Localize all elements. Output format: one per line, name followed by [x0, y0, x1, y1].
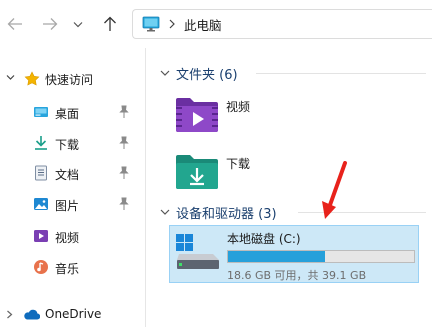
pin-icon[interactable] — [118, 197, 130, 211]
pin-icon[interactable] — [118, 166, 130, 180]
chevron-right-icon[interactable] — [168, 19, 176, 29]
sidebar-item-pictures[interactable]: 图片 — [0, 192, 145, 216]
arrow-left-icon — [7, 18, 22, 30]
group-title: 文件夹 (6) — [176, 67, 238, 83]
sidebar-item-label: 图片 — [55, 199, 80, 213]
windows-drive-icon — [176, 234, 219, 269]
folder-item-videos[interactable]: 视频 — [174, 94, 374, 138]
sidebar-item-label: 下载 — [55, 138, 80, 152]
video-icon — [34, 230, 48, 242]
arrow-right-icon — [43, 18, 58, 30]
navigation-toolbar: 此电脑 — [0, 0, 432, 48]
chevron-down-icon[interactable] — [160, 69, 170, 77]
monitor-icon — [142, 16, 160, 32]
pictures-icon — [34, 198, 48, 210]
arrow-up-icon — [104, 16, 116, 31]
sidebar-item-downloads[interactable]: 下载 — [0, 131, 145, 155]
navigation-pane: 快速访问 桌面 下载 文档 图片 视频 音乐 OneDrive — [0, 48, 145, 327]
download-folder-icon — [176, 155, 218, 189]
sidebar-item-label: 快速访问 — [45, 73, 94, 87]
address-bar[interactable]: 此电脑 — [132, 9, 432, 39]
sidebar-item-onedrive[interactable]: OneDrive — [0, 302, 145, 326]
sidebar-item-label: 桌面 — [55, 107, 80, 121]
chevron-down-icon — [73, 21, 83, 27]
sidebar-item-label: OneDrive — [45, 307, 102, 321]
pin-icon[interactable] — [118, 105, 130, 119]
sidebar-item-label: 文档 — [55, 168, 80, 182]
folder-label: 下载 — [226, 157, 251, 171]
group-header-folders[interactable]: 文件夹 (6) — [160, 63, 238, 83]
cloud-icon — [24, 309, 40, 320]
back-button[interactable] — [2, 10, 28, 38]
download-arrow-icon — [35, 136, 47, 150]
sidebar-item-documents[interactable]: 文档 — [0, 161, 145, 185]
video-folder-icon — [176, 98, 218, 132]
address-path-segment[interactable]: 此电脑 — [184, 15, 222, 34]
group-divider — [256, 73, 426, 74]
star-icon — [24, 71, 40, 86]
sidebar-item-label: 视频 — [55, 231, 80, 245]
drive-free-space: 18.6 GB 可用，共 39.1 GB — [227, 269, 367, 282]
drive-usage-bar — [227, 250, 415, 263]
group-title: 设备和驱动器 (3) — [176, 206, 277, 222]
pin-icon[interactable] — [118, 136, 130, 150]
document-icon — [35, 165, 47, 181]
drive-usage-fill — [228, 251, 326, 262]
drive-label: 本地磁盘 (C:) — [227, 232, 301, 246]
sidebar-item-music[interactable]: 音乐 — [0, 255, 145, 279]
chevron-right-icon[interactable] — [6, 310, 13, 319]
drive-item-c[interactable]: 本地磁盘 (C:) 18.6 GB 可用，共 39.1 GB — [169, 225, 419, 283]
sidebar-item-videos[interactable]: 视频 — [0, 224, 145, 248]
content-pane: 文件夹 (6) 视频 下载 设备和驱动器 (3) 本地磁盘 (C:) 18.6 … — [146, 48, 432, 327]
music-icon — [34, 260, 48, 274]
recent-locations-button[interactable] — [69, 10, 87, 38]
sidebar-item-desktop[interactable]: 桌面 — [0, 100, 145, 124]
annotation-arrow-icon — [322, 161, 347, 219]
forward-button[interactable] — [37, 10, 63, 38]
folder-label: 视频 — [226, 100, 251, 114]
group-header-devices[interactable]: 设备和驱动器 (3) — [160, 202, 277, 222]
sidebar-item-quick-access[interactable]: 快速访问 — [0, 68, 145, 90]
sidebar-item-label: 音乐 — [55, 262, 80, 276]
chevron-down-icon[interactable] — [160, 208, 170, 216]
up-button[interactable] — [97, 10, 123, 38]
chevron-down-icon[interactable] — [6, 74, 15, 81]
desktop-folder-icon — [34, 107, 48, 117]
